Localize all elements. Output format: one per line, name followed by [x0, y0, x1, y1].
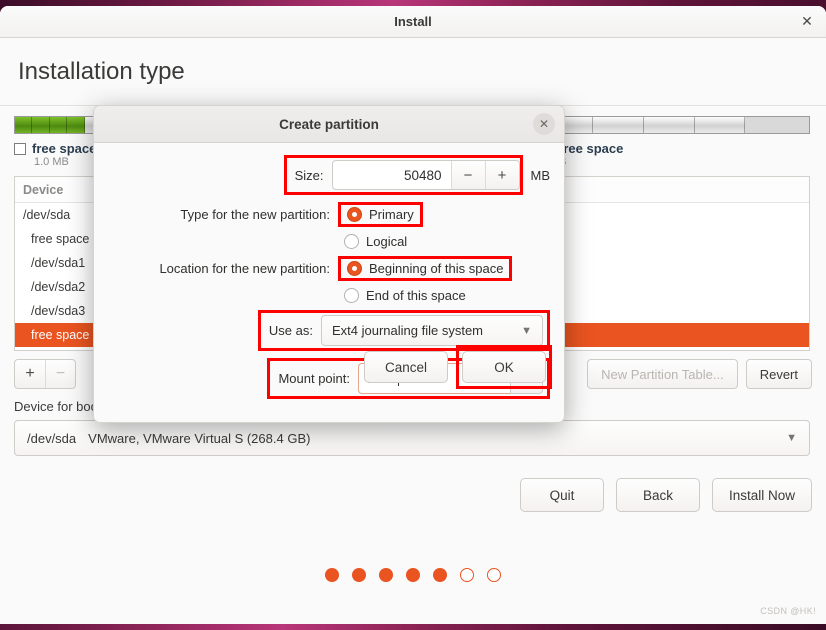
add-partition-button[interactable]: + [15, 360, 45, 388]
use-as-label: Use as: [268, 323, 313, 338]
page-header: Installation type [0, 38, 826, 106]
radio-type-primary[interactable]: Primary [347, 207, 414, 222]
use-as-value: Ext4 journaling file system [332, 323, 484, 338]
progress-dot [433, 568, 447, 582]
location-end-row: End of this space [108, 288, 550, 303]
window-title: Install [394, 14, 432, 29]
type-label: Type for the new partition: [180, 207, 330, 222]
cancel-button[interactable]: Cancel [364, 351, 448, 383]
radio-icon-unselected [344, 234, 359, 249]
progress-dot [460, 568, 474, 582]
close-icon[interactable]: ✕ [533, 113, 555, 135]
radio-icon-selected [347, 261, 362, 276]
column-header-device: Device [23, 182, 64, 197]
remove-partition-button[interactable]: − [45, 360, 75, 388]
partition-segment [643, 117, 695, 133]
ok-button[interactable]: OK [462, 351, 546, 383]
partition-segment [32, 117, 50, 133]
radio-label: Beginning of this space [369, 261, 504, 276]
partition-segment [15, 117, 33, 133]
dialog-actions: Cancel OK [364, 345, 552, 389]
progress-dot [325, 568, 339, 582]
navigation-buttons: Quit Back Install Now [14, 478, 812, 512]
type-logical-row: Logical [108, 234, 550, 249]
size-row: Size: 50480 − + MB [108, 155, 550, 195]
size-decrement-button[interactable]: − [450, 161, 485, 189]
revert-button[interactable]: Revert [745, 359, 812, 389]
progress-dot [379, 568, 393, 582]
quit-button[interactable]: Quit [519, 478, 604, 512]
boot-device-name: /dev/sda [27, 430, 77, 446]
radio-location-beginning[interactable]: Beginning of this space [347, 261, 503, 276]
radio-label: Primary [369, 207, 414, 222]
use-as-combo[interactable]: Ext4 journaling file system ▼ [321, 315, 543, 346]
size-increment-button[interactable]: + [484, 161, 519, 189]
partition-segment [67, 117, 85, 133]
partition-segment [592, 117, 644, 133]
size-annotation-box: Size: 50480 − + [283, 155, 523, 195]
type-primary-row: Type for the new partition: Primary [108, 202, 550, 227]
dialog-body: Size: 50480 − + MB Type for the new part… [94, 143, 564, 399]
install-now-button[interactable]: Install Now [711, 478, 812, 512]
new-partition-table-button[interactable]: New Partition Table... [587, 359, 738, 389]
size-label: Size: [294, 167, 324, 183]
progress-dots [0, 568, 826, 582]
progress-dot [487, 568, 501, 582]
radio-location-end[interactable]: End of this space [344, 288, 466, 303]
size-spinner[interactable]: 50480 − + [331, 160, 520, 190]
legend-checkbox[interactable] [14, 142, 26, 155]
legend-item: free space B [559, 141, 623, 168]
radio-type-logical[interactable]: Logical [344, 234, 407, 249]
size-unit-label: MB [530, 167, 551, 183]
mount-point-label: Mount point: [278, 371, 350, 386]
back-button[interactable]: Back [615, 478, 700, 512]
close-icon[interactable]: ✕ [796, 11, 818, 33]
window-titlebar: Install ✕ [0, 6, 826, 38]
size-input[interactable]: 50480 [333, 168, 451, 183]
dialog-titlebar: Create partition ✕ [94, 106, 564, 143]
radio-icon-selected [347, 207, 362, 222]
type-logical-wrap: Logical [344, 234, 407, 249]
boot-device-description: VMware, VMware Virtual S (268.4 GB) [88, 430, 311, 446]
chevron-down-icon: ▼ [786, 432, 797, 444]
location-beginning-annotation-box: Beginning of this space [338, 256, 513, 281]
ok-annotation-box: OK [456, 345, 552, 389]
create-partition-dialog: Create partition ✕ Size: 50480 − + MB Ty… [93, 105, 565, 423]
add-remove-group: + − [14, 359, 76, 389]
legend-size: B [559, 156, 623, 168]
chevron-down-icon: ▼ [521, 324, 532, 337]
location-beginning-row: Location for the new partition: Beginnin… [108, 256, 550, 281]
progress-dot [352, 568, 366, 582]
radio-label: End of this space [366, 288, 466, 303]
progress-dot [406, 568, 420, 582]
radio-label: Logical [366, 234, 408, 249]
location-end-wrap: End of this space [344, 288, 466, 303]
dialog-title: Create partition [279, 116, 379, 132]
legend-label: free space [32, 141, 97, 156]
type-primary-annotation-box: Primary [338, 202, 423, 227]
location-label: Location for the new partition: [159, 261, 330, 276]
boot-device-combo[interactable]: /dev/sda VMware, VMware Virtual S (268.4… [14, 420, 810, 456]
partition-segment [49, 117, 68, 133]
page-title: Installation type [18, 57, 185, 85]
radio-icon-unselected [344, 288, 359, 303]
watermark: CSDN @HK! [760, 606, 816, 616]
legend-label: free space [559, 141, 624, 156]
partition-segment [694, 117, 746, 133]
